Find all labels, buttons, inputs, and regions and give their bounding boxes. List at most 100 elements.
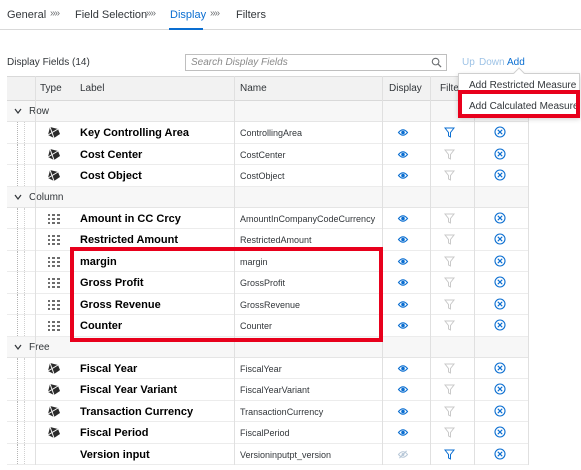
remove-circle-x-icon[interactable] <box>494 233 506 245</box>
table-row[interactable]: Version input Versioninputpt_version <box>7 443 529 465</box>
filter-funnel-icon[interactable] <box>444 277 455 288</box>
dimension-icon <box>47 426 60 439</box>
table-row[interactable]: Restricted Amount RestrictedAmount <box>7 229 529 251</box>
visibility-eye-icon[interactable] <box>397 385 409 394</box>
search-icon[interactable] <box>431 57 442 68</box>
add-button[interactable]: Add <box>507 57 525 68</box>
group-header-column[interactable]: Column <box>7 186 529 208</box>
group-title: Row <box>29 106 50 117</box>
table-row[interactable]: Cost Object CostObject <box>7 165 529 187</box>
remove-circle-x-icon[interactable] <box>494 147 506 160</box>
tab-display[interactable]: Display <box>170 9 206 21</box>
table-row[interactable]: margin margin <box>7 250 529 272</box>
remove-circle-x-icon[interactable] <box>494 276 506 288</box>
filter-funnel-icon[interactable] <box>444 449 455 460</box>
tree-guide <box>24 165 25 186</box>
remove-circle-x-icon[interactable] <box>494 447 506 460</box>
tree-guide <box>17 379 18 400</box>
visibility-eye-icon[interactable] <box>397 407 409 416</box>
field-label: Cost Object <box>80 170 142 182</box>
search-input[interactable]: Search Display Fields <box>185 54 447 71</box>
filter-funnel-icon[interactable] <box>444 170 455 181</box>
table-row[interactable]: Cost Center CostCenter <box>7 143 529 165</box>
dimension-icon <box>47 148 60 160</box>
tab-field-selection[interactable]: Field Selection <box>75 9 147 21</box>
table-row[interactable]: Gross Revenue GrossRevenue <box>7 293 529 315</box>
visibility-eye-icon[interactable] <box>397 214 409 223</box>
table-row[interactable]: Fiscal Period FiscalPeriod <box>7 422 529 444</box>
field-name: Counter <box>240 321 273 331</box>
filter-funnel-icon[interactable] <box>444 149 455 160</box>
filter-funnel-icon[interactable] <box>444 234 455 245</box>
column-header-display: Display <box>389 83 422 94</box>
move-up-button[interactable]: Up <box>462 57 475 68</box>
move-down-button[interactable]: Down <box>479 57 505 68</box>
remove-circle-x-icon[interactable] <box>494 404 506 417</box>
table-row[interactable]: Gross Profit GrossProfit <box>7 272 529 294</box>
filter-funnel-icon[interactable] <box>444 363 455 374</box>
visibility-eye-icon[interactable] <box>397 235 409 244</box>
field-name: FiscalYearVariant <box>240 385 310 395</box>
visibility-eye-icon[interactable] <box>397 150 409 159</box>
remove-circle-x-icon[interactable] <box>494 319 506 331</box>
visibility-eye-icon[interactable] <box>397 257 409 266</box>
visibility-eye-icon[interactable] <box>397 171 409 180</box>
field-name: RestrictedAmount <box>240 235 312 245</box>
remove-circle-x-icon[interactable] <box>494 383 506 395</box>
remove-circle-x-icon[interactable] <box>494 426 506 438</box>
chevron-down-icon <box>14 108 22 114</box>
visibility-eye-icon[interactable] <box>397 428 409 437</box>
filter-funnel-icon[interactable] <box>444 320 455 331</box>
tree-guide <box>17 122 18 143</box>
filter-funnel-icon[interactable] <box>444 213 455 224</box>
visibility-eye-icon[interactable] <box>397 450 409 459</box>
column-divider <box>474 76 475 465</box>
filter-funnel-icon[interactable] <box>444 127 455 138</box>
field-name: AmountInCompanyCodeCurrency <box>240 213 376 224</box>
filter-funnel-icon[interactable] <box>444 256 455 267</box>
tree-guide <box>17 229 18 250</box>
display-fields-title: Display Fields (14) <box>7 57 90 68</box>
visibility-eye-icon[interactable] <box>397 321 409 330</box>
table-row[interactable]: Amount in CC Crcy AmountInCompanyCodeCurr… <box>7 207 529 229</box>
table-row[interactable]: Key Controlling Area ControllingArea <box>7 122 529 144</box>
group-header-row[interactable]: Row <box>7 101 529 122</box>
group-header-free[interactable]: Free <box>7 336 529 358</box>
measure-icon <box>48 299 60 310</box>
remove-circle-x-icon[interactable] <box>494 211 506 224</box>
tab-general[interactable]: General <box>7 9 46 21</box>
filter-funnel-icon[interactable] <box>444 384 455 395</box>
field-name: FiscalPeriod <box>240 428 290 438</box>
tree-guide <box>24 122 25 143</box>
search-placeholder: Search Display Fields <box>191 57 288 68</box>
remove-circle-x-icon[interactable] <box>494 254 506 267</box>
menu-item-add-calculated-measure[interactable]: Add Calculated Measure <box>469 101 579 112</box>
menu-item-add-restricted-measure[interactable]: Add Restricted Measure <box>469 80 576 91</box>
visibility-eye-icon[interactable] <box>397 128 409 137</box>
tree-guide <box>17 400 18 421</box>
field-name: ControllingArea <box>240 128 303 138</box>
table-row[interactable]: Transaction Currency TransactionCurrency <box>7 400 529 422</box>
table-row[interactable]: Fiscal Year FiscalYear <box>7 357 529 379</box>
remove-circle-x-icon[interactable] <box>494 297 506 310</box>
field-label: Counter <box>80 320 123 332</box>
filter-funnel-icon[interactable] <box>444 406 455 417</box>
column-divider <box>234 76 235 465</box>
remove-circle-x-icon[interactable] <box>494 169 506 181</box>
visibility-eye-icon[interactable] <box>397 278 409 287</box>
column-divider <box>382 76 383 465</box>
visibility-eye-icon[interactable] <box>397 300 409 309</box>
table-row[interactable]: Fiscal Year Variant FiscalYearVariant <box>7 379 529 401</box>
filter-funnel-icon[interactable] <box>444 299 455 310</box>
tree-guide <box>24 143 25 164</box>
table-row[interactable]: Counter Counter <box>7 315 529 337</box>
remove-circle-x-icon[interactable] <box>494 126 506 138</box>
tab-filters[interactable]: Filters <box>236 9 266 21</box>
column-header-name: Name <box>240 83 267 94</box>
visibility-eye-icon[interactable] <box>397 364 409 373</box>
filter-funnel-icon[interactable] <box>444 427 455 438</box>
chevron-down-icon <box>14 194 22 200</box>
remove-circle-x-icon[interactable] <box>494 361 506 374</box>
field-label: Gross Revenue <box>80 298 161 311</box>
field-name: GrossRevenue <box>240 299 301 310</box>
